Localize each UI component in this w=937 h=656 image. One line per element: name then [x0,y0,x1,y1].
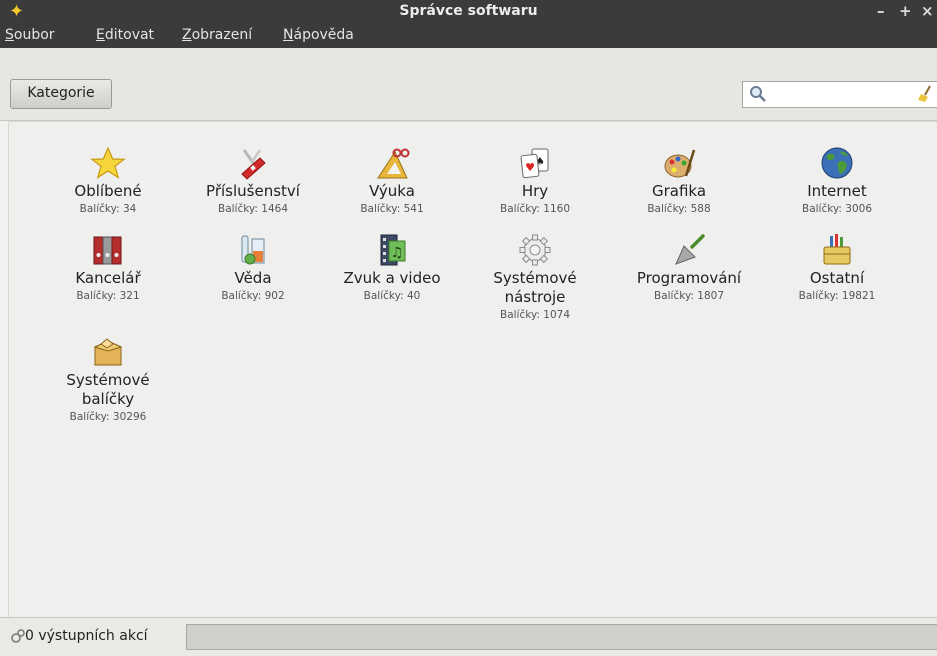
category-name-line1: Systémové [493,269,577,287]
globe-icon [821,147,853,179]
category-systemove-balicky[interactable]: Systémové balíčky Balíčky: 30296 [38,335,178,424]
package-box-icon [93,338,123,366]
category-grid: Oblíbené Balíčky: 34 Příslušenství Balíč… [8,121,937,617]
close-icon[interactable]: × [921,2,934,20]
category-grafika[interactable]: Grafika Balíčky: 588 [609,146,749,216]
window-title: Správce softwaru [399,3,538,19]
category-programovani[interactable]: Programování Balíčky: 1807 [619,233,759,303]
category-name-line2: nástroje [504,288,566,306]
category-oblibene[interactable]: Oblíbené Balíčky: 34 [38,146,178,216]
title-bar: ✦ Správce softwaru – + × [0,0,937,24]
ruler-triangle-icon [377,148,410,179]
menu-zobrazeni[interactable]: Zobrazení [182,27,252,43]
svg-text:♥: ♥ [525,161,535,174]
search-input[interactable] [742,81,937,108]
category-ostatni[interactable]: Ostatní Balíčky: 19821 [767,233,907,303]
binders-icon [93,236,122,265]
gear-icon [519,234,551,266]
search-icon [750,86,766,102]
category-internet[interactable]: Internet Balíčky: 3006 [767,146,907,216]
status-text: 0 výstupních akcí [25,628,148,644]
category-vyuka[interactable]: Výuka Balíčky: 541 [322,146,462,216]
swiss-knife-icon [241,149,266,180]
playing-cards-icon: ♠ ♥ [520,148,549,179]
menu-editovat[interactable]: Editovat [96,27,154,43]
toolbar: Kategorie [0,48,937,121]
category-kancelar[interactable]: Kancelář Balíčky: 321 [38,233,178,303]
progress-bar [186,624,937,650]
film-music-icon: ♫ [380,234,406,266]
clear-broom-icon[interactable] [917,85,933,103]
category-zvuk-a-video[interactable]: ♫ Zvuk a video Balíčky: 40 [322,233,462,303]
status-bar: 0 výstupních akcí [0,617,937,656]
category-prislusenstvi[interactable]: Příslušenství Balíčky: 1464 [183,146,323,216]
beaker-icon [241,235,265,265]
category-name-line2: balíčky [81,390,135,408]
category-veda[interactable]: Věda Balíčky: 902 [183,233,323,303]
kategorie-button[interactable]: Kategorie [10,79,112,109]
menu-soubor[interactable]: Soubor [5,27,55,43]
menu-bar: Soubor Editovat Zobrazení Nápověda [0,24,937,48]
menu-napoveda[interactable]: Nápověda [283,27,354,43]
svg-text:♫: ♫ [391,245,404,261]
paint-palette-icon [664,149,696,178]
trowel-icon [675,234,705,265]
category-systemove-nastroje[interactable]: Systémové nástroje Balíčky: 1074 [465,233,605,322]
maximize-icon[interactable]: + [899,2,912,20]
minimize-icon[interactable]: – [877,2,885,20]
toolbox-icon [823,234,851,265]
gears-icon [11,629,25,643]
star-icon [90,146,126,179]
category-name-line1: Systémové [66,371,150,389]
category-hry[interactable]: ♠ ♥ Hry Balíčky: 1160 [465,146,605,216]
